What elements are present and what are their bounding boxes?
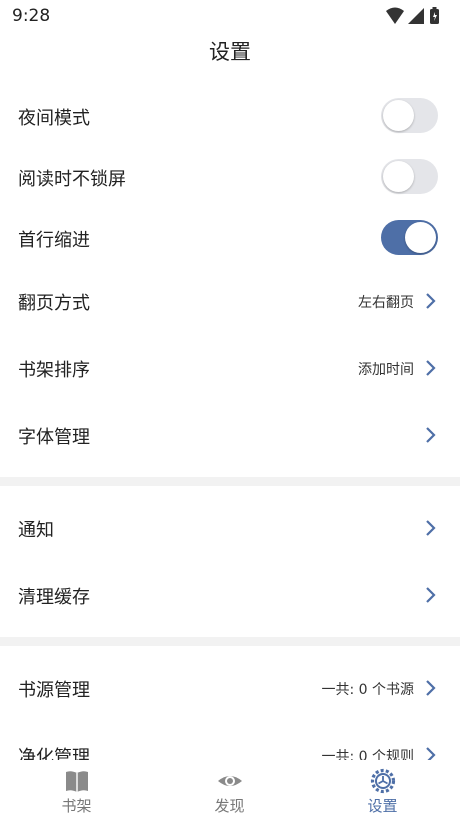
setting-value: 左右翻页 — [358, 295, 414, 311]
chevron-right-icon — [426, 293, 436, 309]
wifi-icon — [386, 7, 404, 24]
keep-screen-on-toggle[interactable] — [381, 159, 438, 194]
setting-clear-cache[interactable]: 清理缓存 — [0, 569, 460, 621]
toggle-knob — [405, 222, 436, 253]
section-divider — [0, 637, 460, 646]
night-mode-toggle[interactable] — [381, 98, 438, 133]
setting-label: 字体管理 — [18, 427, 90, 448]
setting-value: 添加时间 — [358, 362, 414, 378]
battery-icon — [430, 7, 439, 24]
chevron-right-icon — [426, 520, 436, 536]
first-line-indent-toggle[interactable] — [381, 220, 438, 255]
nav-bookshelf[interactable]: 书架 — [0, 760, 153, 818]
signal-icon — [408, 8, 424, 24]
section-divider — [0, 477, 460, 486]
chevron-right-icon — [426, 427, 436, 443]
nav-label: 发现 — [214, 797, 245, 815]
setting-label: 阅读时不锁屏 — [18, 169, 126, 190]
toggle-knob — [383, 100, 414, 131]
setting-label: 通知 — [18, 520, 54, 541]
setting-keep-screen-on[interactable]: 阅读时不锁屏 — [0, 151, 460, 203]
bottom-nav: 书架 发现 设置 — [0, 760, 460, 818]
eye-icon — [218, 776, 242, 786]
setting-night-mode[interactable]: 夜间模式 — [0, 90, 460, 142]
setting-font-management[interactable]: 字体管理 — [0, 409, 460, 461]
setting-book-source-management[interactable]: 书源管理 一共: 0 个书源 — [0, 662, 460, 714]
setting-label: 书源管理 — [18, 680, 90, 701]
header: 设置 — [0, 32, 460, 76]
setting-first-line-indent[interactable]: 首行缩进 — [0, 212, 460, 264]
setting-value: 一共: 0 个书源 — [321, 682, 414, 698]
page-title: 设置 — [209, 40, 251, 64]
setting-label: 清理缓存 — [18, 587, 90, 608]
status-icons — [386, 7, 439, 24]
setting-label: 翻页方式 — [18, 293, 90, 314]
chevron-right-icon — [426, 360, 436, 376]
setting-label: 首行缩进 — [18, 230, 90, 251]
status-time: 9:28 — [12, 6, 51, 26]
setting-page-turn-mode[interactable]: 翻页方式 左右翻页 — [0, 275, 460, 327]
chevron-right-icon — [426, 680, 436, 696]
chevron-right-icon — [426, 587, 436, 603]
toggle-knob — [383, 161, 414, 192]
nav-label: 书架 — [61, 797, 92, 815]
nav-label: 设置 — [367, 797, 398, 815]
nav-discover[interactable]: 发现 — [153, 760, 306, 818]
setting-shelf-sort[interactable]: 书架排序 添加时间 — [0, 342, 460, 394]
nav-settings[interactable]: 设置 — [306, 760, 459, 818]
status-bar: 9:28 — [0, 0, 460, 32]
settings-gear-icon — [370, 768, 396, 794]
setting-label: 书架排序 — [18, 360, 90, 381]
setting-label: 夜间模式 — [18, 108, 90, 129]
setting-notifications[interactable]: 通知 — [0, 502, 460, 554]
book-icon — [66, 771, 88, 792]
